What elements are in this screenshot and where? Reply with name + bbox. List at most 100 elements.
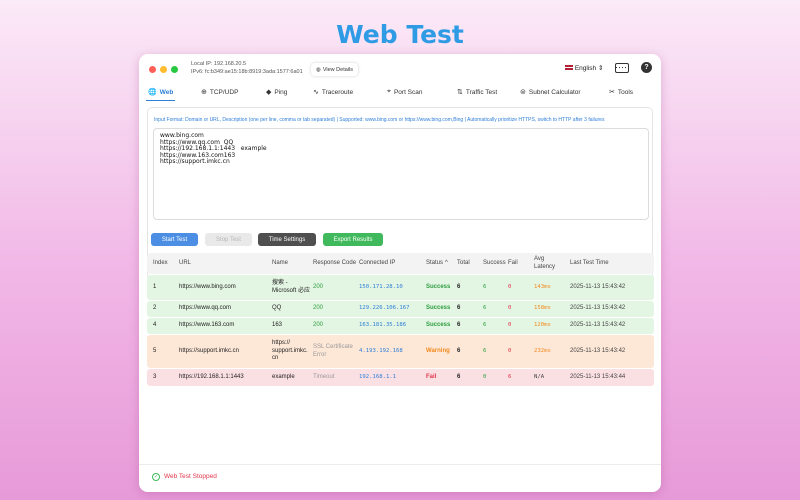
input-line: https://support.imkc.cn	[160, 158, 230, 166]
header-connected-ip[interactable]: Connected IP	[359, 253, 395, 274]
tools-icon: ✂	[609, 89, 615, 96]
close-window-button[interactable]	[149, 66, 156, 73]
cell-name: 163	[272, 322, 283, 329]
cell-total: 6	[457, 347, 461, 354]
header-name[interactable]: Name	[272, 253, 288, 274]
start-test-button[interactable]: Start Test	[151, 233, 198, 246]
local-ip-label: Local IP: 192.168.20.5	[191, 61, 247, 67]
cell-response-code: SSL Certificate Error	[313, 344, 353, 358]
cell-avg-latency: 232ms	[534, 347, 551, 354]
export-results-button[interactable]: Export Results	[323, 233, 383, 246]
url-input-textarea[interactable]: www.bing.com https://www.qq.com QQ https:/…	[153, 128, 649, 220]
cell-url: https://support.imkc.cn	[179, 347, 240, 354]
cell-last-test-time: 2025-11-13 15:43:42	[570, 283, 626, 290]
tab-traceroute[interactable]: ∿ Traceroute	[313, 84, 353, 100]
cell-index: 1	[153, 283, 157, 290]
cell-avg-latency: 158ms	[534, 305, 551, 312]
cell-avg-latency: N/A	[534, 373, 545, 380]
cell-url: https://www.bing.com	[179, 283, 236, 290]
chevron-updown-icon: ⇕	[597, 65, 604, 72]
header-avg-latency[interactable]: Avg Latency	[534, 253, 564, 274]
header-status-label: Status	[426, 259, 444, 266]
language-label: English	[574, 65, 597, 72]
tab-label: Ping	[274, 88, 288, 96]
cell-success: 6	[483, 322, 487, 329]
header-status[interactable]: Status ^	[426, 253, 448, 274]
page-hero-title: Web Test	[336, 20, 464, 49]
cell-success: 0	[483, 373, 487, 380]
app-window: Local IP: 192.168.20.5 IPv6: fc:b349:ae1…	[139, 54, 661, 492]
input-format-hint: Input Format: Domain or URL, Description…	[154, 117, 605, 123]
table-row[interactable]: 2 https://www.qq.com QQ 200 129.226.106.167 S…	[147, 301, 654, 317]
cell-total: 6	[457, 373, 461, 380]
tab-label: Traceroute	[321, 88, 354, 96]
help-button[interactable]: ?	[641, 62, 652, 73]
subnet-icon: ⊜	[520, 89, 526, 96]
cell-index: 2	[153, 305, 157, 312]
cell-url: https://www.qq.com	[179, 305, 232, 312]
table-row[interactable]: 5 https://support.imkc.cn https:// support…	[147, 335, 654, 368]
tab-web[interactable]: 🌐 Web	[145, 84, 176, 101]
header-last-test-time[interactable]: Last Test Time	[570, 253, 609, 274]
tab-traffic-test[interactable]: ⇅ Traffic Test	[457, 84, 497, 100]
tab-port-scan[interactable]: ⌖ Port Scan	[387, 84, 423, 100]
globe-icon: ◍	[316, 66, 321, 73]
sort-ascending-icon: ^	[445, 259, 448, 266]
cell-success: 6	[483, 283, 487, 290]
cell-last-test-time: 2025-11-13 15:43:42	[570, 347, 626, 354]
title-bar: Local IP: 192.168.20.5 IPv6: fc:b349:ae1…	[139, 54, 661, 84]
header-url[interactable]: URL	[179, 253, 191, 274]
cell-fail: 6	[508, 373, 512, 380]
header-fail[interactable]: Fail	[508, 253, 518, 274]
header-index[interactable]: Index	[153, 253, 168, 274]
cell-name: 搜索 - Microsoft 必应	[272, 280, 311, 294]
cell-status: Warning	[426, 347, 450, 354]
keyboard-icon[interactable]	[615, 63, 629, 73]
results-table: Index URL Name Response Code Connected I…	[147, 253, 654, 386]
cell-connected-ip: 129.226.106.167	[359, 305, 410, 312]
header-response-code[interactable]: Response Code	[313, 253, 356, 274]
tab-ping[interactable]: ◆ Ping	[266, 84, 287, 100]
tab-tools[interactable]: ✂ Tools	[609, 84, 633, 100]
cell-response-code: 200	[313, 322, 324, 329]
stop-test-button[interactable]: Stop Test	[205, 233, 252, 246]
cell-connected-ip: 150.171.28.10	[359, 283, 403, 290]
action-buttons: Start Test Stop Test Time Settings Expor…	[151, 233, 651, 246]
cell-url: https://www.163.com	[179, 322, 235, 329]
cell-connected-ip: 163.181.35.186	[359, 322, 407, 329]
cell-avg-latency: 143ms	[534, 283, 551, 290]
cell-connected-ip: 192.168.1.1	[359, 373, 397, 380]
tab-label: Subnet Calculator	[528, 88, 581, 96]
header-success[interactable]: Success	[483, 253, 506, 274]
cell-avg-latency: 120ms	[534, 322, 551, 329]
header-total[interactable]: Total	[457, 253, 470, 274]
table-row[interactable]: 3 https://192.168.1.1:1443 example Timeout 1…	[147, 369, 654, 386]
cell-index: 4	[153, 322, 157, 329]
table-header: Index URL Name Response Code Connected I…	[147, 253, 654, 274]
cell-name: https:// support.imkc. cn	[272, 340, 308, 362]
cell-fail: 0	[508, 347, 512, 354]
minimize-window-button[interactable]	[160, 66, 167, 73]
cell-name: example	[272, 373, 295, 380]
table-row[interactable]: 1 https://www.bing.com 搜索 - Microsoft 必应 20…	[147, 275, 654, 300]
tab-tcp-udp[interactable]: ⊕ TCP/UDP	[201, 84, 238, 100]
time-settings-button[interactable]: Time Settings	[258, 233, 316, 246]
cell-response-code: 200	[313, 283, 324, 290]
cell-status: Fail	[426, 373, 437, 380]
cell-fail: 0	[508, 283, 512, 290]
table-body: 1 https://www.bing.com 搜索 - Microsoft 必应 20…	[147, 275, 654, 386]
zoom-window-button[interactable]	[171, 66, 178, 73]
cell-success: 6	[483, 305, 487, 312]
view-details-button[interactable]: ◍ View Details	[311, 63, 358, 76]
cell-status: Success	[426, 283, 451, 290]
cell-fail: 0	[508, 322, 512, 329]
tab-label: Port Scan	[393, 88, 423, 96]
us-flag-icon	[565, 65, 573, 70]
port-icon: ⌖	[387, 88, 391, 95]
view-details-label: View Details	[322, 66, 353, 73]
table-row[interactable]: 4 https://www.163.com 163 200 163.181.35.186…	[147, 318, 654, 334]
cell-status: Success	[426, 322, 451, 329]
tab-subnet-calculator[interactable]: ⊜ Subnet Calculator	[520, 84, 581, 100]
language-selector[interactable]: English ⇕	[565, 64, 603, 72]
status-message: Web Test Stopped	[164, 473, 217, 480]
